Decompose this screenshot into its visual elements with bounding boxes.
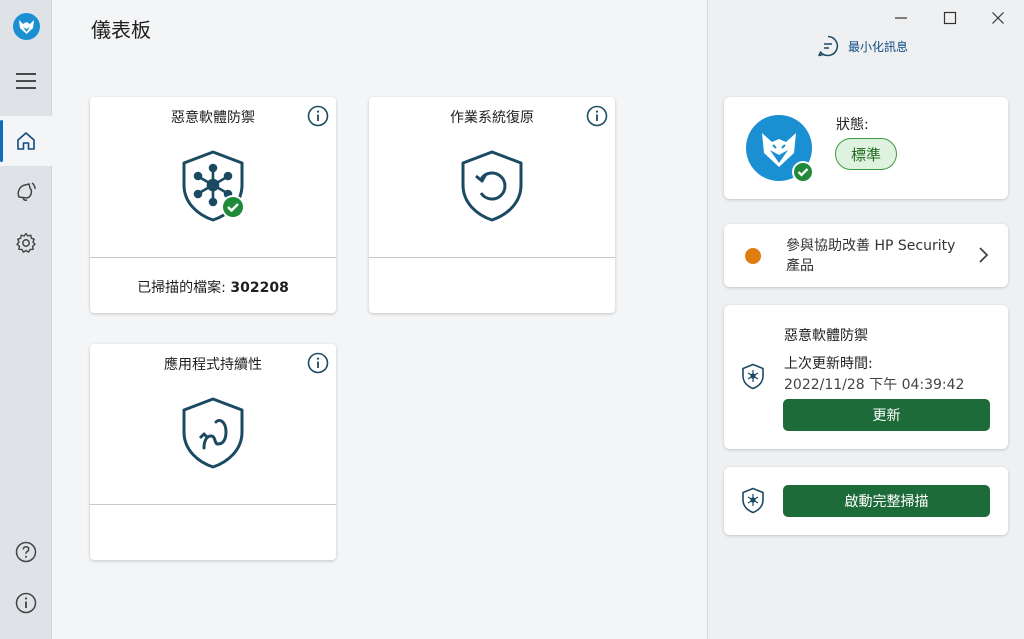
restore-shield-icon	[461, 150, 523, 222]
card-divider	[90, 504, 336, 505]
card-divider	[90, 257, 336, 258]
card-title: 應用程式持續性	[164, 357, 262, 373]
persistence-shield-icon	[182, 397, 244, 469]
chevron-right-icon	[979, 247, 989, 263]
os-restore-card[interactable]: 作業系統復原	[369, 97, 615, 313]
minimize-icon	[895, 17, 907, 19]
sidebar-item-help[interactable]	[0, 527, 52, 577]
start-full-scan-button[interactable]: 啟動完整掃描	[783, 485, 990, 517]
last-update-label: 上次更新時間:	[784, 356, 873, 372]
wolf-logo-icon	[19, 20, 34, 34]
close-icon	[992, 12, 1004, 24]
status-badge: 標準	[835, 138, 897, 170]
maximize-icon	[943, 11, 957, 25]
scanned-files-value: 302208	[230, 280, 289, 296]
card-title: 作業系統復原	[450, 110, 534, 126]
window-minimize-button[interactable]	[891, 8, 911, 28]
update-button[interactable]: 更新	[783, 399, 990, 431]
notice-dot	[745, 248, 761, 264]
help-icon	[15, 541, 37, 563]
window-maximize-button[interactable]	[940, 8, 960, 28]
minimize-messages-label: 最小化訊息	[848, 39, 909, 54]
sidebar-item-home[interactable]	[0, 116, 52, 166]
network-shield-icon	[742, 487, 764, 514]
info-icon[interactable]	[307, 105, 329, 127]
sidebar-item-about[interactable]	[0, 578, 52, 628]
sidebar-item-notifications[interactable]	[0, 167, 52, 217]
full-scan-card: 啟動完整掃描	[724, 467, 1008, 535]
info-icon	[15, 592, 37, 614]
app-persistence-card[interactable]: 應用程式持續性	[90, 344, 336, 560]
chat-bubble-icon	[818, 35, 839, 57]
minimize-messages-button[interactable]: 最小化訊息	[816, 34, 908, 58]
page-title: 儀表板	[91, 18, 151, 42]
improve-text: 參與協助改善 HP Security 產品	[786, 238, 956, 274]
hamburger-icon	[16, 73, 36, 89]
window-close-button[interactable]	[988, 8, 1008, 28]
scanned-files-count: 已掃描的檔案: 302208	[90, 277, 336, 297]
card-divider	[369, 257, 615, 258]
improve-product-link[interactable]: 參與協助改善 HP Security 產品	[724, 224, 1008, 287]
network-shield-icon	[182, 150, 245, 222]
malware-update-card: 惡意軟體防禦 上次更新時間: 2022/11/28 下午 04:39:42 更新	[724, 305, 1008, 449]
malware-card-title: 惡意軟體防禦	[784, 328, 868, 344]
network-shield-icon	[742, 363, 764, 390]
info-icon[interactable]	[307, 352, 329, 374]
gear-icon	[16, 232, 36, 253]
check-icon	[792, 161, 814, 183]
scanned-files-label: 已掃描的檔案:	[137, 280, 231, 296]
notification-icon	[17, 182, 36, 201]
sidebar-menu-button[interactable]	[0, 56, 52, 106]
status-label: 狀態:	[836, 117, 869, 133]
status-card: 狀態: 標準	[724, 97, 1008, 199]
malware-protection-card[interactable]: 惡意軟體防禦 已掃描的檔案: 302208	[90, 97, 336, 313]
info-icon[interactable]	[586, 105, 608, 127]
sidebar-item-settings[interactable]	[0, 218, 52, 268]
home-icon	[17, 132, 35, 150]
right-panel: 最小化訊息 狀態: 標準 參與協助改善 HP Security 產品 惡意軟體防…	[707, 0, 1024, 639]
main-content: 儀表板 惡意軟體防禦 已掃描的檔案: 302208 作業系統復原 應用程式持續性	[53, 0, 707, 639]
app-logo	[13, 13, 40, 40]
sidebar	[0, 0, 52, 639]
last-update-value: 2022/11/28 下午 04:39:42	[784, 377, 965, 393]
card-title: 惡意軟體防禦	[171, 110, 255, 126]
